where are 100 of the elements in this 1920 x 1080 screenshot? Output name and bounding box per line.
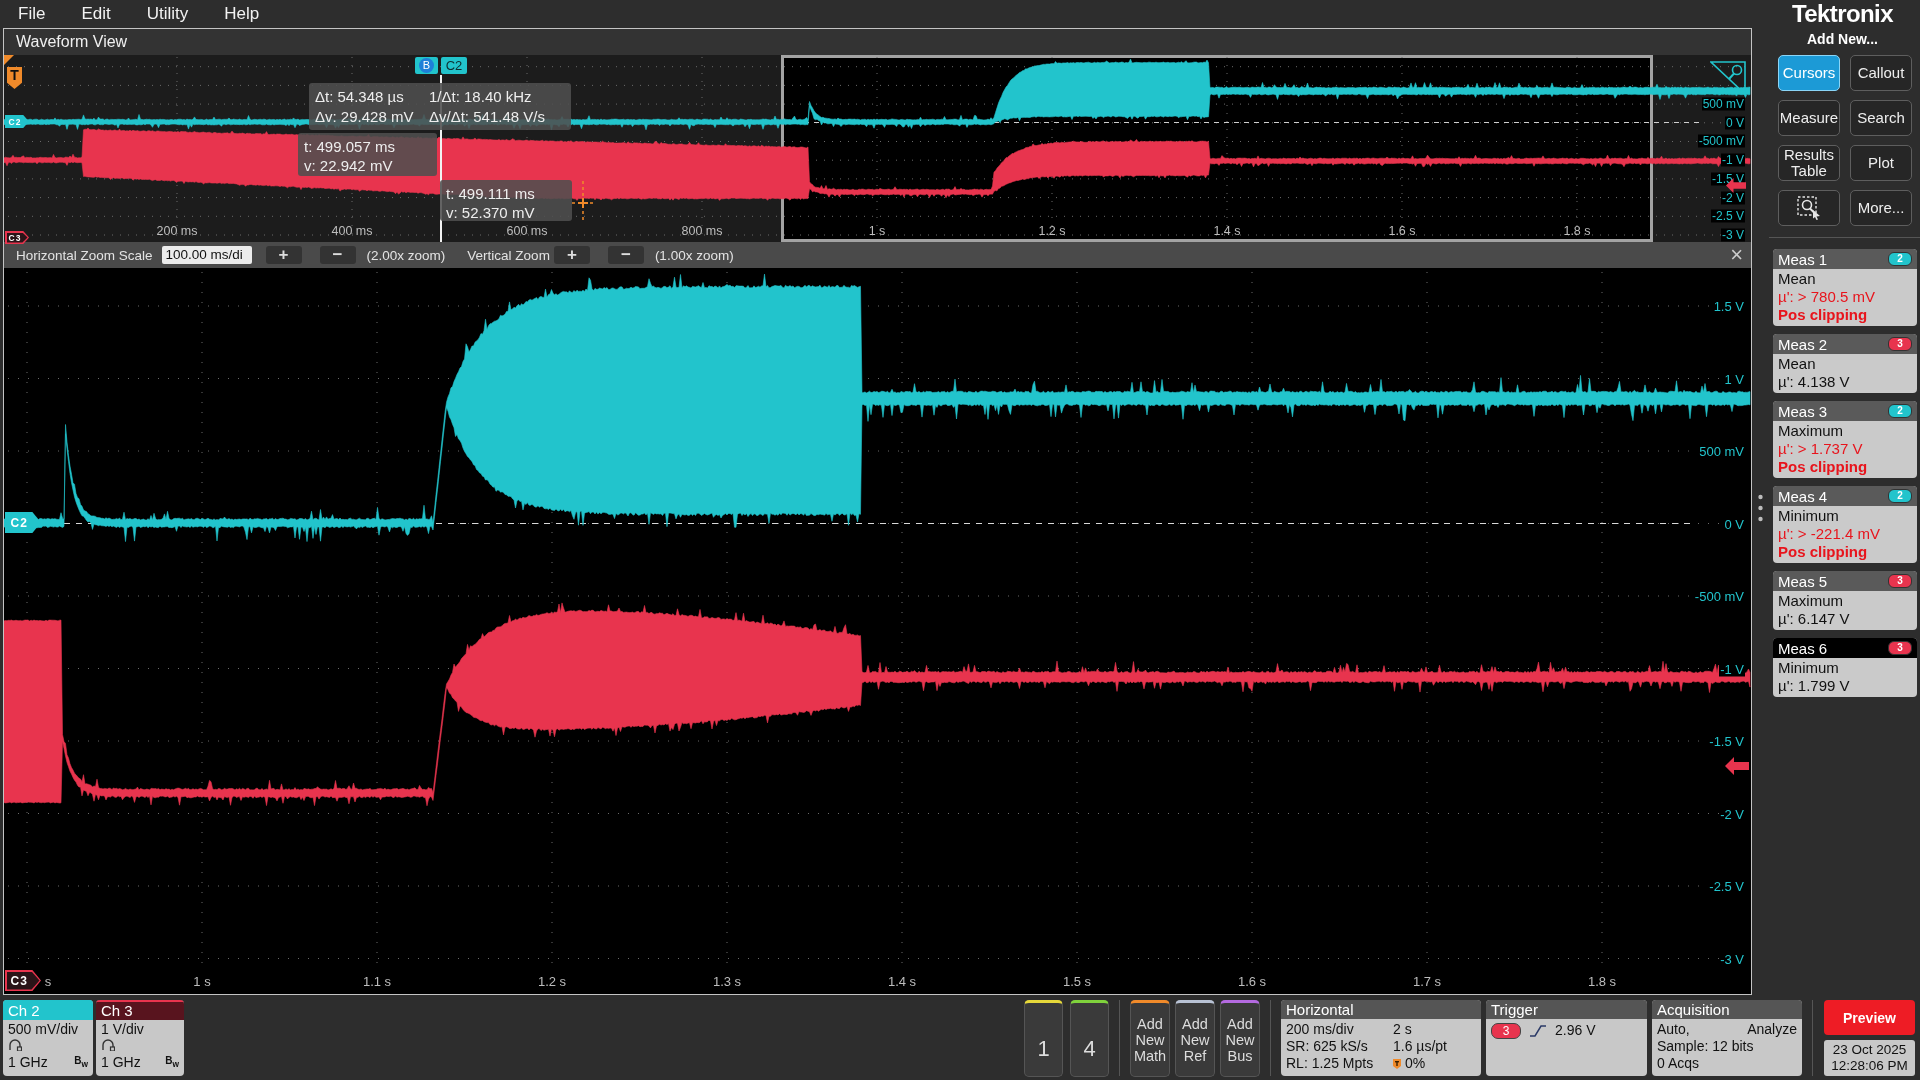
probe-icon [8, 1039, 22, 1051]
brand-logo: Tektronix [1791, 0, 1894, 28]
channel-name: Ch 3 [96, 1000, 184, 1020]
trigger-marker[interactable]: T [7, 67, 22, 89]
axis-label: 1.4 s [887, 974, 917, 989]
menu-item[interactable]: File [18, 2, 46, 26]
axis-label: 1.8 s [1587, 974, 1617, 989]
measurement-value: µ': > 780.5 mV [1778, 288, 1876, 306]
date-text: 23 Oct 2025 [1832, 1042, 1907, 1058]
readout-text: 1/Δt: 18.40 kHz [429, 87, 533, 107]
measurement-card[interactable]: Meas 3 2 Maximum µ': > 1.737 V Pos clipping [1773, 401, 1917, 478]
cursor-badge[interactable]: B [415, 57, 438, 74]
panel-button[interactable]: Callout [1850, 55, 1912, 91]
channel-marker[interactable]: C3 [5, 970, 41, 991]
bandwidth-limit-mark: B$_{w}$ [165, 1055, 179, 1070]
measurement-value: µ': > -221.4 mV [1778, 525, 1881, 543]
measurement-value: µ': 4.138 V [1778, 373, 1851, 391]
badge-value: 200 ms/div [1286, 1021, 1355, 1038]
badge-value: SR: 625 kS/s [1286, 1038, 1369, 1055]
measurement-card[interactable]: Meas 6 3 Minimum µ': 1.799 V [1773, 638, 1917, 697]
axis-label: 1.4 s [1213, 224, 1241, 238]
preview-button[interactable]: Preview [1824, 1000, 1915, 1035]
readout-text: Δt: 54.348 µs [315, 87, 405, 107]
zoom-box-button[interactable] [1778, 190, 1840, 226]
menu-item[interactable]: Help [224, 2, 260, 26]
channel-badge[interactable]: Ch 3 1 V/div 1 GHz B$_{w}$ [96, 1000, 184, 1076]
source-badge: 3 [1888, 574, 1912, 588]
badge-value: RL: 1.25 Mpts [1286, 1055, 1375, 1072]
badge-value: 2 s [1393, 1021, 1413, 1038]
rising-edge-icon [1529, 1024, 1547, 1037]
trigger-corner-icon [4, 55, 14, 65]
measurement-card[interactable]: Meas 4 2 Minimum µ': > -221.4 mV Pos clipping [1773, 486, 1917, 563]
axis-label: 1.2 s [537, 974, 567, 989]
measurement-title: Meas 2 [1778, 335, 1828, 353]
panel-button[interactable]: Search [1850, 100, 1912, 136]
readout-text: t: 499.057 ms [304, 137, 396, 156]
badge-value: 0 Acqs [1657, 1055, 1701, 1072]
axis-label: 800 ms [681, 224, 723, 238]
badge-value: Analyze [1747, 1021, 1797, 1038]
axis-label: 0 V [1725, 116, 1745, 130]
measurement-type: Mean [1778, 270, 1817, 288]
measurement-value: µ': > 1.737 V [1778, 440, 1864, 458]
drag-handle-icon[interactable] [1757, 493, 1763, 522]
axis-label: 1.5 s [1062, 974, 1092, 989]
magnifier-icon[interactable] [1710, 61, 1746, 95]
bandwidth-value: 1 GHz [8, 1054, 48, 1070]
measurement-card[interactable]: Meas 1 2 Mean µ': > 780.5 mV Pos clipping [1773, 249, 1917, 326]
source-badge: 2 [1888, 489, 1912, 503]
measurement-value: µ': 6.147 V [1778, 610, 1851, 628]
readout-text: v: 22.942 mV [304, 156, 394, 175]
measurement-title: Meas 3 [1778, 402, 1828, 420]
add-new-button[interactable]: Add New Bus [1220, 1000, 1260, 1077]
add-new-button[interactable]: Add New Ref [1175, 1000, 1215, 1077]
zoom-out-button[interactable]: − [319, 246, 356, 264]
menu-item[interactable]: Utility [146, 2, 189, 26]
measurement-value: µ': 1.799 V [1778, 677, 1851, 695]
zoom-in-button[interactable]: + [553, 246, 590, 264]
readout-text: t: 499.111 ms [446, 184, 536, 203]
panel-button[interactable]: Measure [1778, 100, 1840, 136]
acquisition-badge[interactable]: Acquisition Auto, Analyze Sample: 12 bits 0 Acqs [1652, 1000, 1802, 1076]
channel-button[interactable]: 1 [1024, 1000, 1063, 1077]
axis-label: 200 ms [156, 224, 198, 238]
badge-value: 0% [1405, 1055, 1426, 1072]
menu-item[interactable]: Edit [81, 2, 111, 26]
close-button[interactable]: × [1728, 244, 1745, 266]
channel-badge[interactable]: Ch 2 500 mV/div 1 GHz B$_{w}$ [3, 1000, 93, 1076]
horizontal-badge[interactable]: Horizontal 200 ms/div 2 s SR: 625 kS/s 1.6 µs/pt RL: 1.25 Mpts 0% [1281, 1000, 1481, 1076]
measurement-type: Maximum [1778, 422, 1844, 440]
badge-value: Auto, [1657, 1021, 1690, 1038]
zoom-scale-field[interactable]: 100.00 ms/di [161, 246, 252, 264]
badge-value: 1.6 µs/pt [1393, 1038, 1448, 1055]
panel-button[interactable]: More... [1850, 190, 1912, 226]
measurement-title: Meas 6 [1778, 639, 1828, 657]
channel-tag[interactable]: C2 [441, 57, 467, 74]
measurement-type: Maximum [1778, 592, 1844, 610]
axis-label: 1.6 s [1388, 224, 1416, 238]
measurement-title: Meas 5 [1778, 572, 1828, 590]
panel-button[interactable]: Plot [1850, 145, 1912, 181]
probe-icon [101, 1039, 115, 1051]
channel-button[interactable]: 4 [1070, 1000, 1109, 1077]
channel-scale: 500 mV/div [8, 1021, 80, 1037]
zoom-factor: (1.00x zoom) [654, 247, 734, 263]
axis-label: 1.2 s [1038, 224, 1066, 238]
trigger-badge[interactable]: Trigger 3 2.96 V [1486, 1000, 1647, 1076]
channel-marker[interactable]: C3 [5, 231, 29, 244]
panel-button[interactable]: Results Table [1778, 145, 1840, 181]
zoom-in-button[interactable]: + [265, 246, 302, 264]
measurement-title: Meas 4 [1778, 487, 1828, 505]
readout-text: Δv: 29.428 mV [315, 106, 415, 126]
left-arrow-icon [1725, 757, 1749, 775]
source-badge: 2 [1888, 404, 1912, 418]
measurement-card[interactable]: Meas 2 3 Mean µ': 4.138 V [1773, 334, 1917, 393]
axis-label: 500 mV [1701, 97, 1745, 111]
axis-label: 1.3 s [712, 974, 742, 989]
badge-title: Horizontal [1281, 1000, 1481, 1019]
measurement-card[interactable]: Meas 5 3 Maximum µ': 6.147 V [1773, 571, 1917, 630]
axis-label: 1.7 s [1412, 974, 1442, 989]
add-new-button[interactable]: Add New Math [1130, 1000, 1170, 1077]
zoom-out-button[interactable]: − [607, 246, 644, 264]
axis-label: -2.5 V [1711, 209, 1745, 223]
